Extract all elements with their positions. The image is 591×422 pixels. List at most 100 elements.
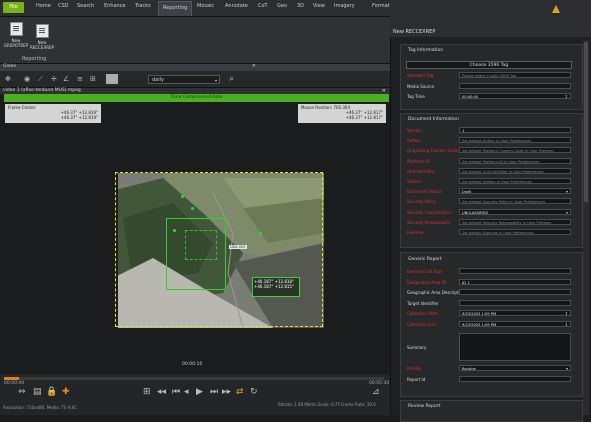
section-title: Tag Information (408, 48, 444, 53)
choose-tag-button[interactable]: Choose 3596 Tag (406, 61, 572, 69)
fast-forward-icon[interactable]: ▸▸ (222, 387, 231, 397)
mouse-position-line: +46.37° +12.817° (345, 115, 383, 120)
globe-icon[interactable]: ◉ (24, 75, 30, 83)
tab-csd[interactable]: CSD (58, 3, 69, 9)
media-source-label: Media Source (407, 83, 435, 89)
tab-format[interactable]: Format (372, 3, 390, 9)
tab-geo[interactable]: Geo (277, 3, 287, 9)
speed-icon[interactable]: ↻ (250, 387, 258, 397)
unit-identifier-label: Unit Identifier (407, 168, 435, 174)
ribbon-group-label: Reporting (22, 56, 47, 62)
exercise-call-sign-field[interactable] (459, 268, 571, 274)
zoom-select[interactable]: daily (148, 75, 220, 85)
version-label: Version (407, 128, 422, 133)
collection-start-label: Collection Start (407, 311, 438, 316)
target-identifier-label: Target Identifier (407, 300, 439, 306)
originating-country-code-label: Originating Country Code (407, 148, 458, 154)
pan-icon[interactable]: ✥ (5, 75, 11, 83)
step-forward-icon[interactable]: ⏭ (210, 387, 218, 397)
security-classification-field[interactable]: UNCLASSIFIED (459, 208, 571, 215)
tab-annotate[interactable]: Annotate (225, 3, 248, 9)
selected-tool-icon[interactable] (106, 74, 118, 84)
exercise-label: Exercise (407, 230, 424, 235)
rewind-icon[interactable]: ◂◂ (157, 387, 166, 397)
tab-view[interactable]: View (313, 3, 325, 9)
collection-start-field[interactable]: 9/23/2025 1:09 PM (459, 310, 571, 316)
originating-country-code-field[interactable]: Set default Platform Country Code in Use… (459, 147, 571, 154)
summary-label: Summary (407, 345, 427, 350)
geographic-area-description-field[interactable] (459, 289, 571, 295)
tab-tracks[interactable]: Tracks (135, 3, 151, 9)
tab-mosaic[interactable]: Mosaic (197, 3, 214, 9)
media-source-field[interactable] (459, 82, 571, 89)
track-marker[interactable] (173, 229, 176, 232)
media-info: Resolution: 720x480, Media: TS H.6C (3, 405, 78, 410)
lock-icon[interactable]: 🔒 (46, 387, 57, 397)
exercise-field[interactable]: Set default Exercise in User Preferences (459, 229, 571, 235)
security-releasability-field[interactable]: Set default Security Releasability in Us… (459, 218, 571, 225)
frame-center-line: +46.37° +12.819° (60, 115, 98, 120)
summary-field[interactable] (459, 333, 571, 361)
document-status-label: Document Status (407, 189, 442, 195)
scrollbar-thumb[interactable] (584, 42, 588, 202)
close-icon[interactable]: ✕ (252, 63, 256, 69)
author-label: Author (407, 138, 421, 144)
position-label[interactable]: +46.187° +12.818° +46.187° +12.815° (252, 277, 300, 297)
new-reccexrep-button[interactable]: New RECCEXREP (28, 24, 56, 50)
document-status-field[interactable]: Draft (459, 188, 571, 195)
angle-icon[interactable]: ∠ (63, 75, 69, 83)
designated-area-id-field[interactable]: ID_1 (459, 278, 571, 285)
tab-reporting[interactable]: Reporting (158, 1, 193, 16)
measure-icon[interactable]: ⟋ (38, 75, 43, 83)
track-marker[interactable] (181, 195, 184, 198)
step-back-icon[interactable]: ⏮ (172, 387, 180, 397)
globe-label: Globe (3, 64, 17, 69)
security-policy-label: Security Policy (407, 199, 437, 205)
target-identifier-field[interactable] (459, 299, 571, 306)
tab-cot[interactable]: CoT (258, 3, 268, 9)
tab-search[interactable]: Search (77, 3, 94, 9)
search-icon[interactable]: ⌕ (229, 74, 234, 84)
track-marker[interactable] (191, 207, 194, 210)
author-field[interactable]: Set default Author in User Preferences (459, 137, 571, 144)
security-policy-field[interactable]: Set default Security Policy in User Pref… (459, 198, 571, 205)
crosshair-icon[interactable]: ✛ (51, 75, 57, 83)
platform-id-field[interactable]: Set default Platform ID in User Preferen… (459, 157, 571, 164)
current-time: 00:00:16 (182, 362, 203, 367)
sync-icon[interactable]: ⇄ (236, 387, 244, 397)
designated-area-id-label: Designated Area ID (407, 279, 446, 285)
snapshot-icon[interactable]: ▤ (33, 387, 42, 397)
loop-icon[interactable]: ⇔ (18, 387, 26, 397)
tab-file[interactable]: File (3, 2, 24, 13)
seek-bar[interactable] (4, 377, 384, 380)
tab-enhance[interactable]: Enhance (104, 3, 126, 9)
standard-tag-field[interactable]: Please select a valid 3596 Tag (459, 72, 571, 78)
version-field[interactable]: 1 (459, 127, 571, 133)
target-box[interactable] (185, 230, 217, 260)
track-marker[interactable] (259, 232, 262, 235)
priority-select[interactable]: Routine (459, 365, 571, 371)
grid-icon[interactable]: ⊞ (90, 75, 96, 83)
mouse-position-box: Mouse Position: 700.304 +46.37° +12.817°… (298, 104, 386, 123)
volume-icon[interactable]: ⊿ (372, 387, 380, 397)
frame-center-box: Frame Center: +46.37° +12.819° +46.37° +… (5, 104, 101, 123)
frame-back-icon[interactable]: ◂ (184, 387, 189, 397)
layers-icon[interactable]: ≡ (77, 75, 83, 83)
marker-icon[interactable]: ✚ (62, 387, 70, 397)
security-classification-label: Security Classification (407, 209, 452, 215)
globe-pane-title: Globe ✕ (0, 63, 390, 71)
report-id-field[interactable] (459, 376, 571, 382)
station-field[interactable]: Set default Station in User Preferences (459, 178, 571, 184)
tab-3d[interactable]: 3D (297, 3, 304, 9)
station-label: Station (407, 179, 422, 184)
collection-end-field[interactable]: 9/23/2025 1:09 PM (459, 320, 571, 327)
tab-imagery[interactable]: Imagery (334, 3, 355, 9)
video-tab-label: video 3 (afloo-tenbura MUS).mpeg (3, 88, 81, 93)
new-grspotrep-button[interactable]: New GRSPOTREP (2, 22, 30, 48)
play-icon[interactable]: ▶ (196, 387, 203, 397)
tag-time-field[interactable]: 00:00:00 (459, 93, 571, 99)
tag-time-label: Tag Time (407, 94, 425, 99)
frame-grid-icon[interactable]: ⊞ (143, 387, 151, 397)
unit-identifier-field[interactable]: Set default Unit Identifier in User Pref… (459, 167, 571, 174)
tab-home[interactable]: Home (36, 3, 51, 9)
